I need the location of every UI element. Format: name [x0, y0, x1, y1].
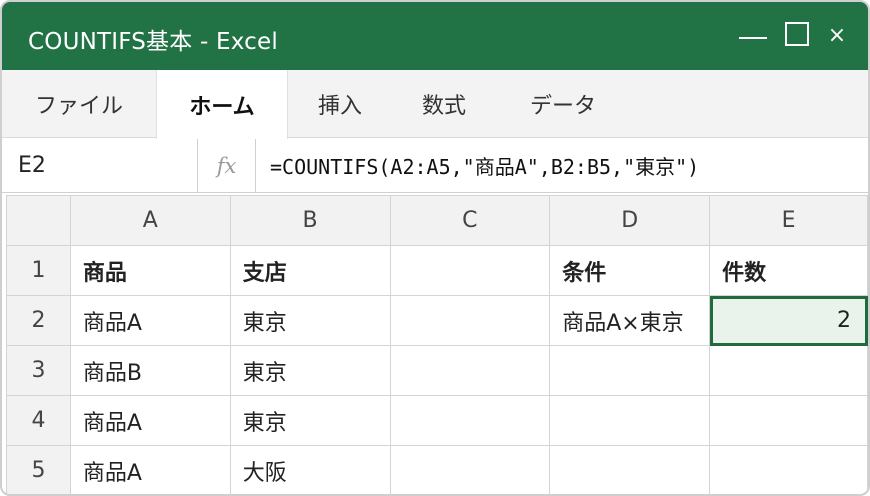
minimize-button[interactable] [730, 2, 776, 70]
tab-data[interactable]: データ [496, 70, 630, 138]
table-row: 1 商品 支店 条件 件数 [6, 245, 868, 296]
column-header-a[interactable]: A [69, 195, 231, 246]
fx-icon[interactable]: fx [198, 139, 256, 192]
cell-a4[interactable]: 商品A [69, 395, 231, 446]
cell-e5[interactable] [709, 445, 868, 494]
cell-a3[interactable]: 商品B [69, 345, 231, 396]
minimize-icon [739, 37, 767, 39]
table-row: 2 商品A 東京 商品A×東京 2 [6, 295, 868, 346]
row-header[interactable]: 1 [6, 245, 71, 296]
cell-d5[interactable] [549, 445, 711, 494]
tab-file[interactable]: ファイル [2, 70, 156, 138]
cell-d4[interactable] [549, 395, 711, 446]
cell-e1[interactable]: 件数 [709, 245, 868, 296]
maximize-icon [785, 22, 809, 46]
row-header[interactable]: 4 [6, 395, 71, 446]
cell-d3[interactable] [549, 345, 711, 396]
tab-formulas[interactable]: 数式 [392, 70, 496, 138]
table-row: 4 商品A 東京 [6, 395, 868, 446]
cell-b2[interactable]: 東京 [229, 295, 391, 346]
excel-window: COUNTIFS基本 - Excel × ファイル ホーム 挿入 数式 データ … [0, 0, 870, 496]
name-box[interactable]: E2 [2, 139, 198, 192]
close-icon: × [827, 22, 847, 48]
cell-c2[interactable] [389, 295, 551, 346]
cell-b3[interactable]: 東京 [229, 345, 391, 396]
cell-c4[interactable] [389, 395, 551, 446]
column-header-c[interactable]: C [389, 195, 551, 246]
close-button[interactable]: × [814, 2, 860, 70]
table-row: 3 商品B 東京 [6, 345, 868, 396]
row-header[interactable]: 3 [6, 345, 71, 396]
column-header-e[interactable]: E [709, 195, 868, 246]
tab-insert[interactable]: 挿入 [288, 70, 392, 138]
column-header-d[interactable]: D [549, 195, 711, 246]
title-bar: COUNTIFS基本 - Excel × [2, 2, 868, 70]
cell-a5[interactable]: 商品A [69, 445, 231, 494]
column-header-row: A B C D E [6, 195, 868, 246]
tab-home[interactable]: ホーム [156, 70, 288, 139]
row-header[interactable]: 5 [6, 445, 71, 494]
cell-c5[interactable] [389, 445, 551, 494]
cell-a1[interactable]: 商品 [69, 245, 231, 296]
cell-b1[interactable]: 支店 [229, 245, 391, 296]
formula-bar: E2 fx =COUNTIFS(A2:A5,"商品A",B2:B5,"東京") [2, 139, 868, 193]
cell-b5[interactable]: 大阪 [229, 445, 391, 494]
cell-d2[interactable]: 商品A×東京 [549, 295, 711, 346]
cell-d1[interactable]: 条件 [549, 245, 711, 296]
cell-e2-selected[interactable]: 2 [709, 295, 868, 346]
column-header-b[interactable]: B [229, 195, 391, 246]
cell-e4[interactable] [709, 395, 868, 446]
cell-e3[interactable] [709, 345, 868, 396]
ribbon-tabs: ファイル ホーム 挿入 数式 データ [2, 70, 868, 139]
table-row: 5 商品A 大阪 [6, 445, 868, 494]
cell-c1[interactable] [389, 245, 551, 296]
cell-c3[interactable] [389, 345, 551, 396]
select-all-corner[interactable] [6, 195, 71, 246]
formula-input[interactable]: =COUNTIFS(A2:A5,"商品A",B2:B5,"東京") [270, 151, 699, 180]
spreadsheet-grid: A B C D E 1 商品 支店 条件 件数 2 商品A 東京 商品A×東京 … [6, 195, 868, 494]
cell-a2[interactable]: 商品A [69, 295, 231, 346]
row-header[interactable]: 2 [6, 295, 71, 346]
window-title: COUNTIFS基本 - Excel [28, 29, 278, 55]
cell-b4[interactable]: 東京 [229, 395, 391, 446]
